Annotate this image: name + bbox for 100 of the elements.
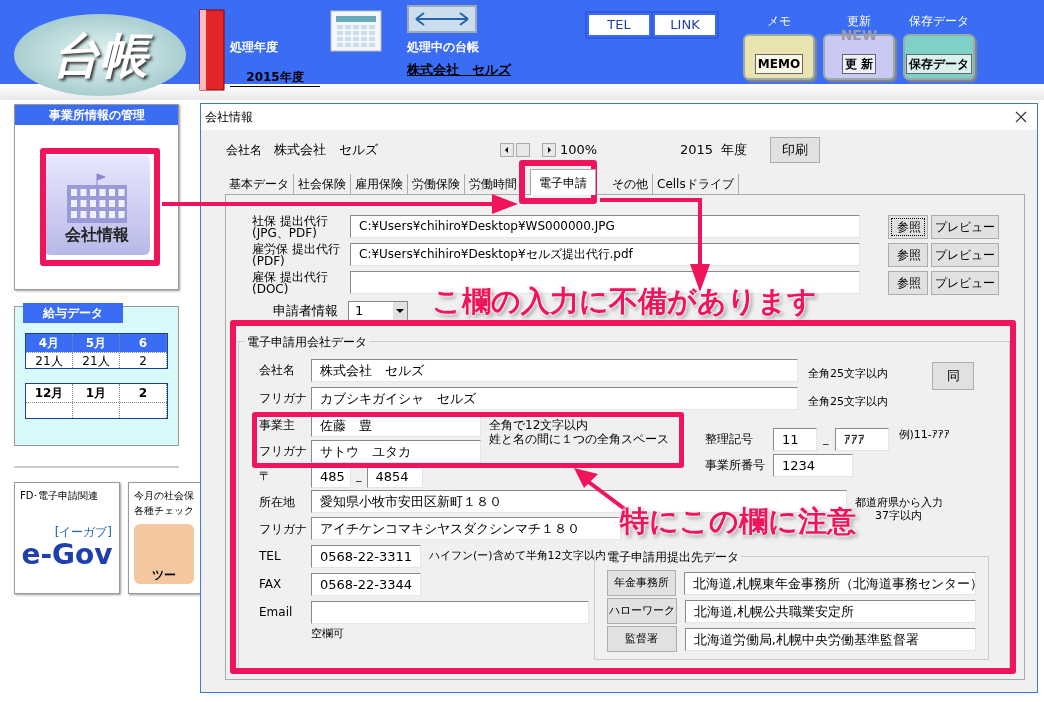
file-label-sub: (PDF): [252, 255, 285, 267]
field-label: フリガナ: [259, 443, 308, 460]
month-header: 2: [120, 384, 167, 402]
callout-text: こ欄の入力に不備があります: [432, 283, 817, 320]
field-label: 〒: [259, 468, 272, 485]
company-info-button[interactable]: 会社情報: [43, 155, 150, 255]
input-field[interactable]: カブシキガイシャ セルズ: [311, 386, 798, 410]
field-label: 会社名: [259, 362, 296, 379]
calendar-icon: [330, 10, 382, 52]
applicant-select[interactable]: 1: [348, 301, 408, 321]
office-field[interactable]: 北海道,札幌東年金事務所（北海道事務センター）: [684, 571, 976, 595]
button[interactable]: 参照: [888, 243, 928, 267]
header-button[interactable]: TEL: [587, 13, 651, 37]
panel-title: 給与データ: [23, 303, 123, 323]
email-field[interactable]: [311, 600, 589, 624]
input-field[interactable]: 株式会社 セルズ: [311, 358, 798, 382]
hint-text: 姓と名の間に１つの全角スペース: [489, 432, 669, 446]
logo-subtitle: [イーガブ]: [54, 524, 112, 541]
tab[interactable]: 電子申請: [530, 169, 596, 195]
button[interactable]: プレビュー: [931, 243, 999, 267]
input-field[interactable]: ｱｱｱ: [834, 427, 889, 451]
hint-text: 全角25文字以内: [808, 393, 888, 410]
input-field[interactable]: 11: [773, 427, 817, 451]
tile-caption: FD･電子申請関連: [20, 489, 100, 503]
office-button[interactable]: 年金事務所: [607, 570, 676, 596]
year-value: 2015年度: [230, 68, 320, 87]
tool-icon: ツー: [134, 524, 194, 584]
field-label: Email: [259, 604, 294, 621]
separator: _: [823, 430, 829, 447]
tool-button[interactable]: 保存データ: [903, 34, 975, 80]
switch-button[interactable]: [407, 5, 477, 33]
group-title: 電子申請用提出先データ: [605, 548, 741, 566]
count-cell: 21人: [26, 353, 73, 368]
hint-text: 都道府県から入力: [855, 495, 943, 509]
panel-title: 事業所情報の管理: [15, 105, 178, 125]
field-label: FAX: [259, 576, 283, 593]
input-field[interactable]: サトウ ユタカ: [311, 439, 481, 463]
logo: 台帳: [14, 14, 186, 96]
count-cell: 21人: [73, 353, 120, 368]
count-cell: 2: [120, 353, 167, 368]
file-label: 雇労保 提出代行: [252, 243, 341, 255]
field-label: フリガナ: [259, 520, 308, 538]
tool-caption: 保存データ: [909, 13, 969, 30]
field-label: 所在地: [259, 493, 296, 511]
year-value: 2015 年度: [680, 141, 749, 160]
file-label: 社保 提出代行: [252, 215, 329, 227]
tool-caption: メモ: [767, 13, 791, 30]
input-field[interactable]: 0568-22-3344: [311, 572, 421, 596]
scroll-thumb[interactable]: [516, 143, 530, 157]
company-name: 株式会社 セルズ: [274, 141, 379, 160]
ledger-label: 処理中の台帳: [407, 39, 480, 56]
file-label-sub: (DOC): [252, 283, 289, 295]
field-label: 事業所番号: [705, 457, 766, 474]
office-button[interactable]: ハローワーク: [607, 598, 677, 624]
input-field[interactable]: 1234: [773, 453, 853, 477]
month-header: 5月: [73, 334, 120, 352]
button[interactable]: プレビュー: [931, 215, 999, 239]
file-path-field[interactable]: C:¥Users¥chihiro¥Desktop¥WS000000.JPG: [350, 215, 860, 238]
month-header: 6: [120, 334, 167, 352]
month-header: 12月: [26, 384, 73, 402]
tool-caption: 更新: [847, 13, 871, 30]
field-label: TEL: [259, 548, 282, 565]
tool-button[interactable]: MEMO: [743, 34, 815, 80]
separator: _: [356, 467, 362, 484]
print-button[interactable]: 印刷: [770, 137, 820, 163]
office-field[interactable]: 北海道労働局,札幌中央労働基準監督署: [684, 627, 976, 651]
hint-text: 全角で12文字以内: [489, 418, 590, 432]
button[interactable]: 参照: [888, 271, 928, 295]
window-title: 会社情報: [205, 109, 253, 126]
month-header: 1月: [73, 384, 120, 402]
ledger-name: 株式会社 セルズ: [407, 61, 513, 79]
header-button[interactable]: LINK: [653, 13, 717, 37]
year-label: 処理年度: [230, 39, 279, 56]
hint-text: 例)11-ｱｱｱ: [898, 426, 950, 443]
tile-caption: 各種チェック: [134, 504, 195, 518]
double-arrow-icon: [414, 11, 470, 27]
file-label: 雇保 提出代行: [252, 271, 329, 283]
egov-logo: e-Gov: [21, 541, 113, 569]
field-label: 整理記号: [705, 431, 754, 448]
group-title: 電子申請用会社データ: [245, 333, 369, 351]
button[interactable]: プレビュー: [931, 271, 999, 295]
office-button[interactable]: 監督署: [607, 626, 677, 652]
hint-text: 全角25文字以内: [808, 365, 889, 382]
zoom-value: 100%: [560, 141, 599, 160]
field-label: 申請者情報: [272, 302, 339, 321]
office-field[interactable]: 北海道,札幌公共職業安定所: [684, 599, 976, 623]
dropdown-icon: [393, 302, 407, 320]
input-field[interactable]: 0568-22-3311: [311, 544, 421, 568]
month-header: 4月: [26, 334, 73, 352]
tile-caption: 今月の社会保: [134, 489, 195, 503]
hint-text: 37字以内: [875, 508, 923, 522]
hint-text: 空欄可: [311, 626, 345, 642]
field-label: 会社名: [226, 142, 263, 159]
tool-tile[interactable]: FD･電子申請関連 [イーガブ] e-Gov: [14, 482, 120, 594]
field-label: 事業主: [259, 417, 296, 434]
same-button[interactable]: 同: [932, 362, 974, 390]
field-label: フリガナ: [259, 390, 308, 407]
file-path-field[interactable]: C:¥Users¥chihiro¥Desktop¥セルズ提出代行.pdf: [350, 243, 860, 266]
button[interactable]: 参照: [888, 215, 928, 239]
close-icon[interactable]: [1015, 111, 1027, 123]
